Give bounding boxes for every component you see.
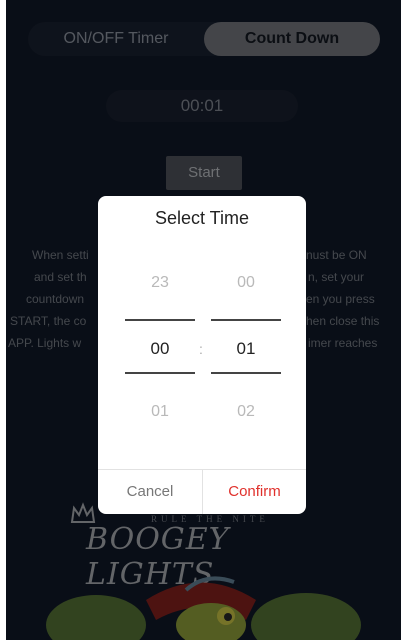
- minute-next-value[interactable]: 02: [211, 403, 281, 421]
- divider: [125, 372, 195, 374]
- divider: [211, 319, 281, 321]
- divider: [125, 319, 195, 321]
- time-separator: :: [199, 341, 203, 357]
- hour-selected-value[interactable]: 00: [125, 339, 195, 359]
- hour-next-value[interactable]: 01: [125, 403, 195, 421]
- minute-selected-value[interactable]: 01: [211, 339, 281, 359]
- hour-prev-value[interactable]: 23: [125, 274, 195, 292]
- cancel-button[interactable]: Cancel: [98, 470, 202, 514]
- minute-picker[interactable]: 00 01 02: [211, 196, 281, 514]
- minute-prev-value[interactable]: 00: [211, 274, 281, 292]
- divider: [211, 372, 281, 374]
- confirm-button[interactable]: Confirm: [203, 470, 306, 514]
- hour-picker[interactable]: 23 00 01: [125, 196, 195, 514]
- select-time-dialog: Select Time 23 00 01 : 00 01 02 Cancel C…: [98, 196, 306, 514]
